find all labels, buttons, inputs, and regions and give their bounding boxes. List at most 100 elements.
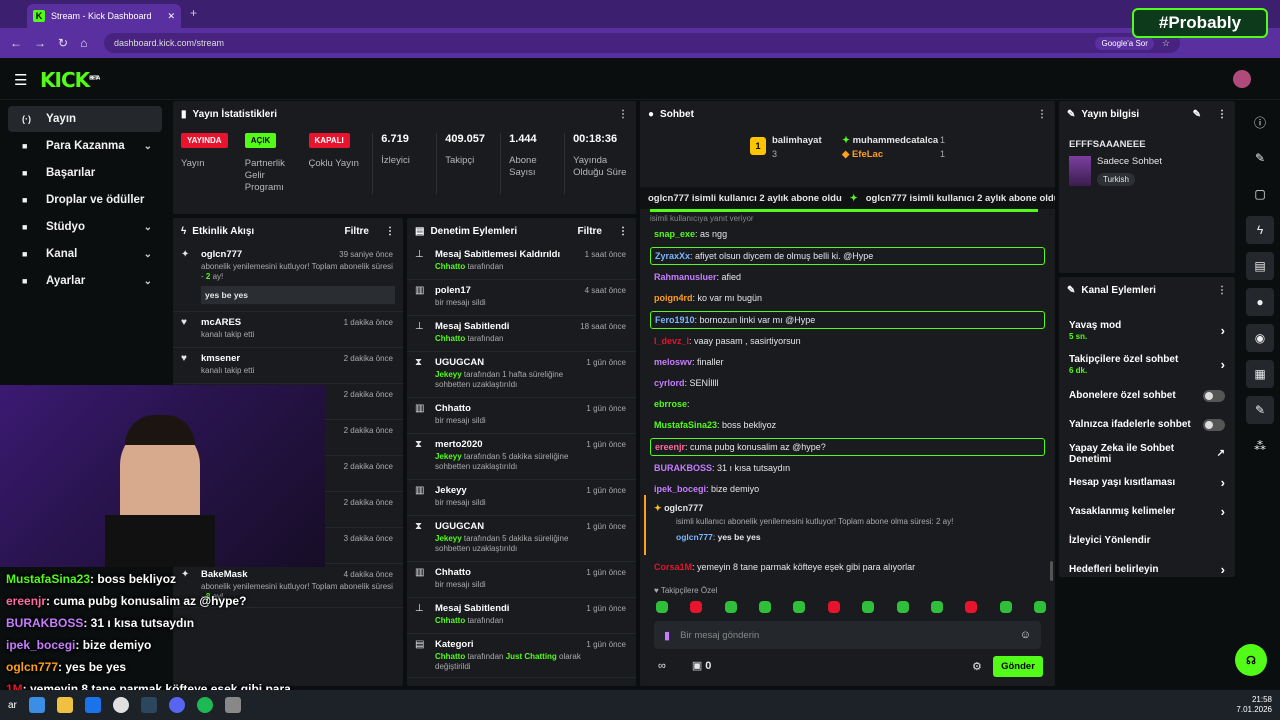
channel-action-item[interactable]: Yalnızca ifadelerle sohbet: [1059, 410, 1235, 439]
activity-filter-button[interactable]: Filtre: [345, 226, 369, 237]
chat-user[interactable]: meloswv: [654, 357, 692, 367]
moderation-title[interactable]: Mesaj Sabitlendi: [435, 603, 584, 614]
bookmark-star-icon[interactable]: ☆: [1162, 38, 1170, 49]
moderation-title[interactable]: merto2020: [435, 439, 584, 450]
emote-icon[interactable]: [930, 601, 943, 613]
bolt-icon[interactable]: ϟ: [1246, 216, 1274, 244]
windows-start-icon[interactable]: [28, 697, 45, 713]
sidebar-item-5[interactable]: ■ Kanal ⌄: [8, 241, 162, 267]
moderation-title[interactable]: Chhatto: [435, 403, 584, 414]
sidebar-item-2[interactable]: ■ Başarılar: [8, 160, 162, 186]
store-icon[interactable]: ▣ 0: [692, 659, 712, 672]
settings-icon[interactable]: [224, 697, 241, 713]
toggle-switch[interactable]: [1203, 418, 1225, 431]
sidebar-item-6[interactable]: ■ Ayarlar ⌄: [8, 268, 162, 294]
emote-icon[interactable]: [690, 601, 703, 613]
channel-action-item[interactable]: Abonelere özel sohbet: [1059, 381, 1235, 410]
chat-user[interactable]: poign4rd: [654, 293, 693, 303]
notes-icon[interactable]: ▤: [1246, 252, 1274, 280]
back-icon[interactable]: ←: [10, 36, 22, 50]
sidebar-item-4[interactable]: ■ Stüdyo ⌄: [8, 214, 162, 240]
layout-icon[interactable]: ▦: [1246, 360, 1274, 388]
avatar[interactable]: [1233, 70, 1251, 88]
chat-user[interactable]: ereenjr: [655, 442, 685, 452]
emoji-icon[interactable]: ☺: [1020, 629, 1031, 641]
mic-icon[interactable]: ▮: [664, 629, 670, 642]
chat-icon[interactable]: ●: [1246, 288, 1274, 316]
chat-user[interactable]: MustafaSina23: [654, 420, 717, 430]
emote-icon[interactable]: [724, 601, 737, 613]
moderation-title[interactable]: polen17: [435, 285, 584, 296]
channel-action-item[interactable]: Takipçilere özel sohbet 6 dk. ›: [1059, 347, 1235, 381]
new-tab-icon[interactable]: +: [190, 6, 197, 20]
sub-event-user[interactable]: oglcn777: [664, 503, 703, 513]
moderation-title[interactable]: Kategori: [435, 639, 584, 650]
forward-icon[interactable]: →: [34, 36, 46, 50]
emote-icon[interactable]: [1033, 601, 1046, 613]
emote-icon[interactable]: [999, 601, 1012, 613]
chat-user[interactable]: Fero1910: [655, 315, 695, 325]
emote-icon[interactable]: [965, 601, 978, 613]
chat-user[interactable]: snap_exe: [654, 229, 695, 239]
chat-scrollbar[interactable]: [1050, 561, 1053, 581]
clock[interactable]: 21:58 7.01.2026: [1236, 695, 1272, 715]
chat-user[interactable]: BURAKBOSS: [654, 463, 712, 473]
toggle-switch[interactable]: [1203, 389, 1225, 402]
tag-badge[interactable]: Turkish: [1097, 173, 1135, 186]
steam-icon[interactable]: [140, 697, 157, 713]
chat-settings-icon[interactable]: ⚙: [972, 660, 982, 673]
spotify-icon[interactable]: [196, 697, 213, 713]
moderation-title[interactable]: Chhatto: [435, 567, 584, 578]
more-icon[interactable]: ⋮: [385, 226, 395, 237]
leader-name[interactable]: balimhayat: [772, 135, 822, 146]
channel-action-item[interactable]: İzleyici Yönlendir: [1059, 526, 1235, 555]
outlook-icon[interactable]: [84, 697, 101, 713]
chat-user[interactable]: ipek_bocegi: [654, 484, 706, 494]
screenshot-icon[interactable]: ▢: [1246, 180, 1274, 208]
moderation-title[interactable]: UGUGCAN: [435, 521, 584, 532]
infinity-icon[interactable]: ∞: [658, 660, 666, 672]
browser-tab[interactable]: K Stream - Kick Dashboard ✕: [27, 4, 181, 28]
emote-icon[interactable]: [827, 601, 840, 613]
moderation-title[interactable]: Mesaj Sabitlendi: [435, 321, 584, 332]
support-icon[interactable]: ☊: [1235, 644, 1267, 676]
info-icon[interactable]: ⓘ: [1246, 108, 1274, 136]
emote-icon[interactable]: [793, 601, 806, 613]
moderation-filter-button[interactable]: Filtre: [578, 226, 602, 237]
broadcast-icon[interactable]: ◉: [1246, 324, 1274, 352]
chat-user[interactable]: Rahmanusluer: [654, 272, 717, 282]
chat-input[interactable]: ▮ Bir mesaj gönderin ☺: [654, 621, 1041, 649]
channel-action-item[interactable]: Yapay Zeka ile Sohbet Denetimi ↗: [1059, 439, 1235, 468]
send-button[interactable]: Gönder: [993, 656, 1043, 677]
emote-icon[interactable]: [896, 601, 909, 613]
file-explorer-icon[interactable]: [56, 697, 73, 713]
tab-close-icon[interactable]: ✕: [167, 11, 175, 22]
sidebar-item-1[interactable]: ■ Para Kazanma ⌄: [8, 133, 162, 159]
home-icon[interactable]: ⌂: [80, 36, 87, 50]
channel-action-item[interactable]: Yasaklanmış kelimeler ›: [1059, 497, 1235, 526]
more-icon[interactable]: ⋮: [1217, 109, 1227, 120]
sidebar-item-3[interactable]: ■ Droplar ve ödüller: [8, 187, 162, 213]
share-icon[interactable]: ⁂: [1246, 432, 1274, 460]
more-icon[interactable]: ⋮: [1037, 109, 1047, 120]
emote-icon[interactable]: [759, 601, 772, 613]
channel-action-item[interactable]: Hesap yaşı kısıtlaması ›: [1059, 468, 1235, 497]
reload-icon[interactable]: ↻: [58, 36, 68, 50]
moderation-title[interactable]: Jekeyy: [435, 485, 584, 496]
chat-user[interactable]: cyrlord: [654, 378, 685, 388]
chat-user[interactable]: ZyraxXx: [655, 251, 690, 261]
chat-user[interactable]: ebrrose: [654, 399, 687, 409]
channel-action-item[interactable]: Hedefleri belirleyin ›: [1059, 555, 1235, 584]
chat-user[interactable]: l_devz_l: [654, 336, 689, 346]
google-ask-button[interactable]: Google'a Sor: [1095, 36, 1154, 50]
moderation-title[interactable]: Mesaj Sabitlemesi Kaldırıldı: [435, 249, 584, 260]
wrench-icon[interactable]: ✎: [1246, 396, 1274, 424]
edit-icon[interactable]: ✎: [1193, 109, 1201, 120]
discord-icon[interactable]: [168, 697, 185, 713]
sub-event-reply-user[interactable]: oglcn777: [676, 532, 713, 542]
channel-action-item[interactable]: Yavaş mod 5 sn. ›: [1059, 313, 1235, 347]
kick-logo[interactable]: KICKBETA: [40, 68, 100, 92]
address-bar[interactable]: dashboard.kick.com/stream Google'a Sor ☆: [104, 33, 1180, 53]
hamburger-menu-icon[interactable]: ☰: [14, 71, 27, 89]
more-icon[interactable]: ⋮: [1217, 285, 1227, 296]
